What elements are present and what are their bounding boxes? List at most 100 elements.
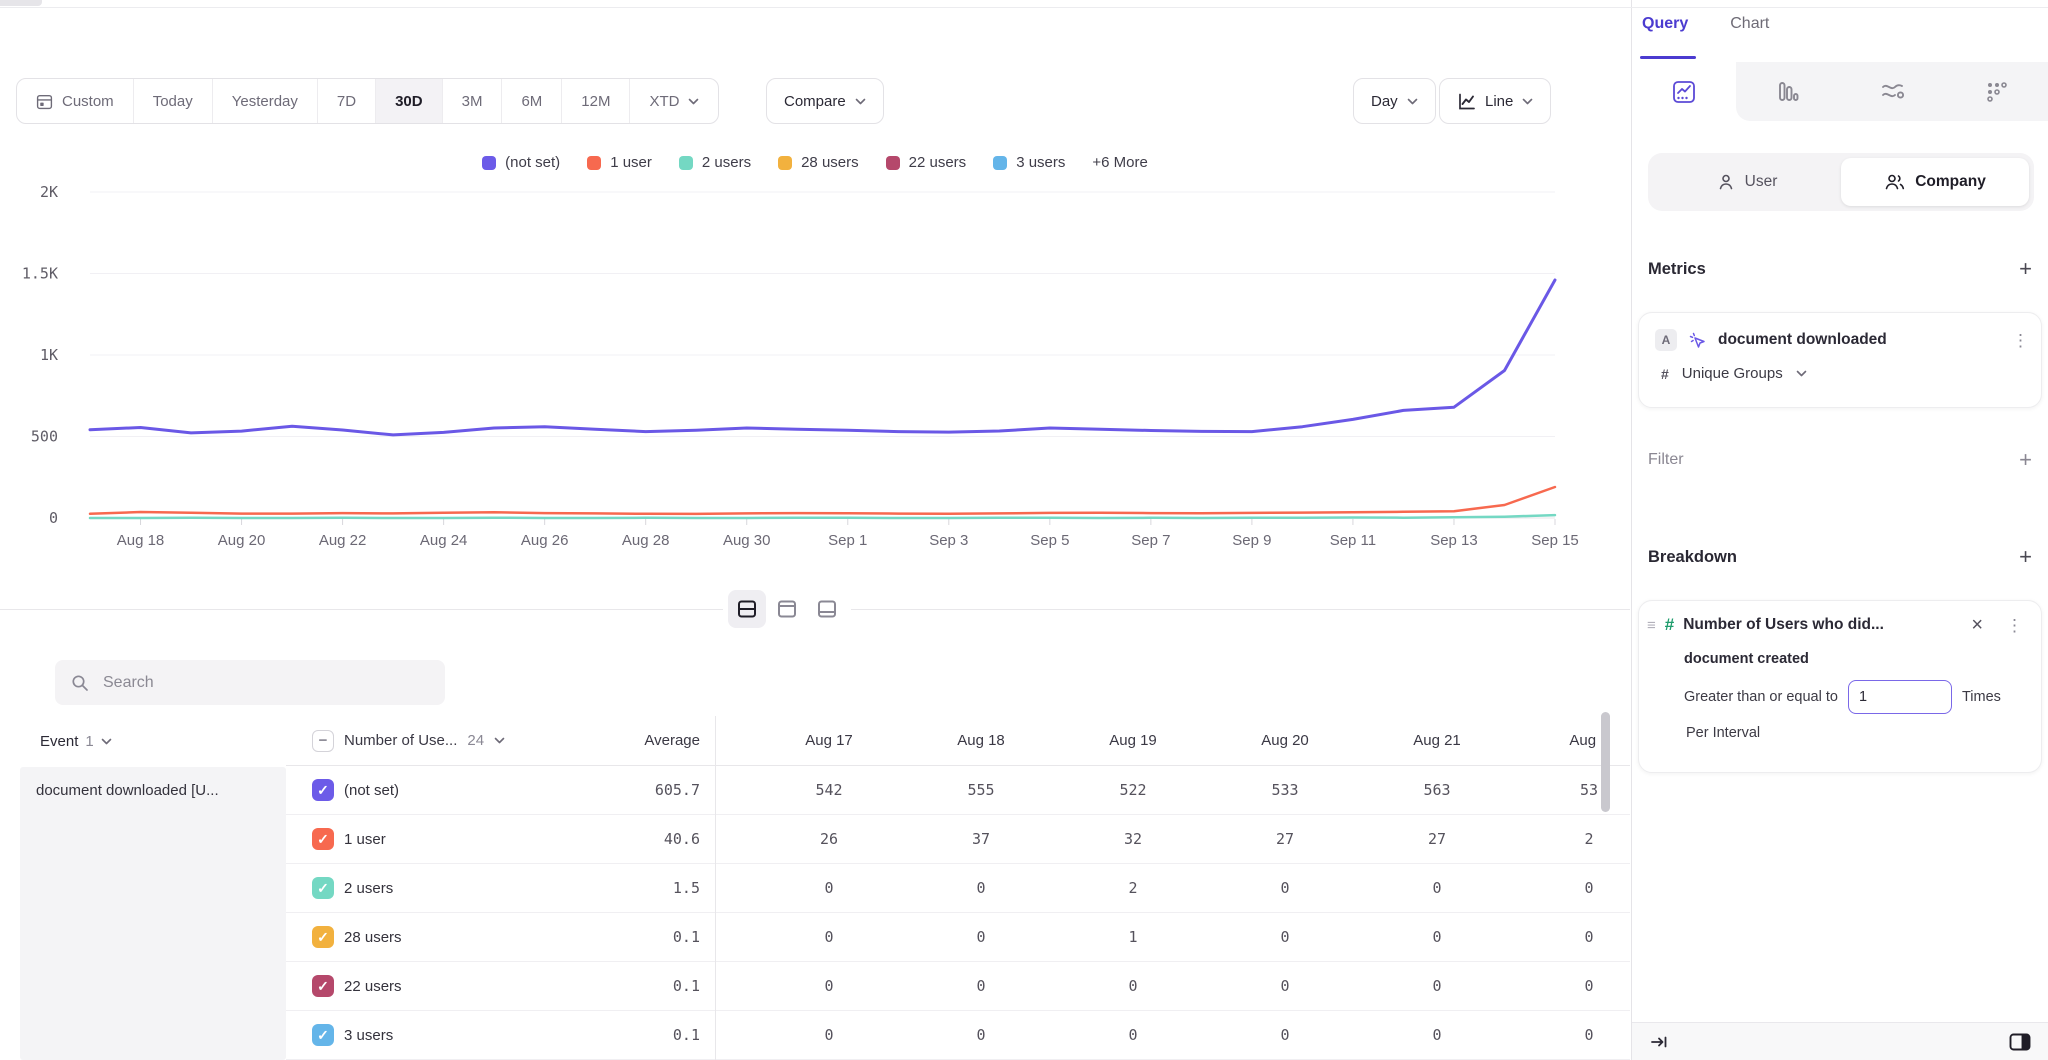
search-input[interactable] bbox=[101, 673, 429, 693]
cell-value: 0 bbox=[753, 928, 905, 946]
search-bar[interactable] bbox=[55, 660, 445, 705]
table-row[interactable]: ✓1 user40.626373227272 bbox=[286, 815, 1630, 864]
range-label: 12M bbox=[581, 93, 610, 110]
metric-event-name[interactable]: document downloaded bbox=[1718, 331, 2001, 349]
series-column-header[interactable]: Number of Use... bbox=[344, 732, 457, 749]
collapse-panel-icon[interactable] bbox=[1650, 1033, 1669, 1051]
measure-selector[interactable]: Unique Groups bbox=[1682, 365, 1783, 382]
breakdown-event-name[interactable]: document created bbox=[1639, 635, 2041, 667]
legend-more-button[interactable]: +6 More bbox=[1092, 154, 1147, 171]
flow-chart-tab[interactable] bbox=[1841, 62, 1945, 121]
close-icon[interactable]: × bbox=[1971, 615, 1983, 635]
date-column-header[interactable]: Aug 19 bbox=[1057, 732, 1209, 749]
breakdown-card[interactable]: ≡ # Number of Users who did... × ⋮ docum… bbox=[1638, 600, 2042, 773]
legend-item[interactable]: 28 users bbox=[778, 154, 859, 171]
table-row[interactable]: ✓28 users0.1001000 bbox=[286, 913, 1630, 962]
breakdown-condition-label[interactable]: Greater than or equal to bbox=[1684, 689, 1838, 705]
row-checkbox[interactable]: ✓ bbox=[312, 828, 334, 850]
table-row[interactable]: ✓2 users1.5002000 bbox=[286, 864, 1630, 913]
granularity-button[interactable]: Day bbox=[1353, 78, 1436, 124]
y-axis-label: 2K bbox=[40, 183, 58, 201]
breakdown-per-interval-label[interactable]: Per Interval bbox=[1639, 714, 2041, 741]
legend-swatch bbox=[778, 156, 792, 170]
average-value: 605.7 bbox=[560, 781, 700, 799]
date-column-header[interactable]: Aug 17 bbox=[753, 732, 905, 749]
scope-company-label: Company bbox=[1915, 173, 1986, 191]
date-column-header[interactable]: Aug 2 bbox=[1513, 732, 1630, 749]
table-row[interactable]: ✓22 users0.1000000 bbox=[286, 962, 1630, 1011]
cell-value: 27 bbox=[1361, 830, 1513, 848]
range-custom[interactable]: Custom bbox=[17, 79, 133, 123]
x-axis-label: Sep 15 bbox=[1531, 532, 1579, 549]
x-axis-label: Sep 11 bbox=[1330, 532, 1376, 549]
range-30d[interactable]: 30D bbox=[375, 79, 442, 123]
metric-kebab-icon[interactable]: ⋮ bbox=[2012, 332, 2029, 349]
legend-swatch bbox=[993, 156, 1007, 170]
cell-value: 533 bbox=[1209, 781, 1361, 799]
event-column-header[interactable]: Event 1 bbox=[40, 716, 112, 766]
retention-chart-tab[interactable] bbox=[1945, 62, 2048, 121]
layout-toggle-group bbox=[723, 585, 851, 633]
chart-type-button[interactable]: Line bbox=[1439, 78, 1551, 124]
bottom-view-button[interactable] bbox=[808, 590, 846, 628]
top-view-button[interactable] bbox=[768, 590, 806, 628]
chevron-down-icon bbox=[101, 738, 112, 745]
legend-item[interactable]: 22 users bbox=[886, 154, 967, 171]
side-panel-icon[interactable] bbox=[2009, 1033, 2031, 1051]
active-tab-indicator bbox=[1640, 56, 1696, 59]
x-axis-label: Aug 30 bbox=[723, 532, 771, 549]
add-metric-button[interactable]: + bbox=[2019, 258, 2032, 280]
cell-value: 32 bbox=[1057, 830, 1209, 848]
row-checkbox[interactable]: ✓ bbox=[312, 877, 334, 899]
event-header-label: Event bbox=[40, 733, 78, 750]
add-breakdown-button[interactable]: + bbox=[2019, 546, 2032, 568]
table-row[interactable]: ✓(not set)605.754255552253356353 bbox=[286, 766, 1630, 815]
cell-value: 2 bbox=[1513, 830, 1630, 848]
range-xtd[interactable]: XTD bbox=[629, 79, 718, 123]
table-row[interactable]: ✓3 users0.1000000 bbox=[286, 1011, 1630, 1060]
date-column-header[interactable]: Aug 20 bbox=[1209, 732, 1361, 749]
scope-user[interactable]: User bbox=[1653, 158, 1841, 206]
row-checkbox[interactable]: ✓ bbox=[312, 975, 334, 997]
breakdown-kebab-icon[interactable]: ⋮ bbox=[2006, 617, 2029, 634]
range-7d[interactable]: 7D bbox=[317, 79, 375, 123]
date-column-header[interactable]: Aug 18 bbox=[905, 732, 1057, 749]
range-12m[interactable]: 12M bbox=[561, 79, 629, 123]
segmentation-chart-tab[interactable] bbox=[1632, 62, 1736, 121]
range-6m[interactable]: 6M bbox=[501, 79, 561, 123]
row-checkbox[interactable]: ✓ bbox=[312, 926, 334, 948]
range-3m[interactable]: 3M bbox=[442, 79, 502, 123]
select-all-checkbox[interactable]: − bbox=[312, 730, 334, 752]
legend-item[interactable]: 1 user bbox=[587, 154, 652, 171]
date-column-header[interactable]: Aug 21 bbox=[1361, 732, 1513, 749]
split-view-button[interactable] bbox=[728, 590, 766, 628]
breakdown-value-input[interactable] bbox=[1848, 680, 1952, 714]
average-value: 0.1 bbox=[560, 928, 700, 946]
range-today[interactable]: Today bbox=[133, 79, 212, 123]
top-scroll-remnant bbox=[0, 0, 42, 6]
legend-item[interactable]: (not set) bbox=[482, 154, 560, 171]
add-filter-button[interactable]: + bbox=[2019, 449, 2032, 471]
tab-query[interactable]: Query bbox=[1642, 15, 1688, 33]
row-label: 2 users bbox=[344, 880, 393, 897]
legend-item[interactable]: 2 users bbox=[679, 154, 751, 171]
legend-item[interactable]: 3 users bbox=[993, 154, 1065, 171]
event-row[interactable]: document downloaded [U... bbox=[36, 782, 219, 799]
range-yesterday[interactable]: Yesterday bbox=[212, 79, 317, 123]
legend-label: 28 users bbox=[801, 154, 859, 171]
tab-chart[interactable]: Chart bbox=[1730, 15, 1769, 33]
line-chart[interactable]: 05001K1.5K2KAug 18Aug 20Aug 22Aug 24Aug … bbox=[0, 170, 1610, 570]
row-checkbox[interactable]: ✓ bbox=[312, 1024, 334, 1046]
compare-button[interactable]: Compare bbox=[766, 78, 884, 124]
scope-company[interactable]: Company bbox=[1841, 158, 2029, 206]
average-column-header[interactable]: Average bbox=[560, 732, 700, 749]
metric-card[interactable]: A document downloaded ⋮ # Unique Groups bbox=[1638, 312, 2042, 408]
cell-value: 0 bbox=[1057, 1026, 1209, 1044]
drag-handle-icon[interactable]: ≡ bbox=[1647, 618, 1656, 633]
row-checkbox[interactable]: ✓ bbox=[312, 779, 334, 801]
breakdown-property-name[interactable]: Number of Users who did... bbox=[1683, 616, 1962, 634]
cell-value: 0 bbox=[905, 879, 1057, 897]
table-scrollbar[interactable] bbox=[1601, 712, 1610, 812]
y-axis-label: 500 bbox=[31, 428, 58, 446]
funnel-chart-tab[interactable] bbox=[1736, 62, 1840, 121]
